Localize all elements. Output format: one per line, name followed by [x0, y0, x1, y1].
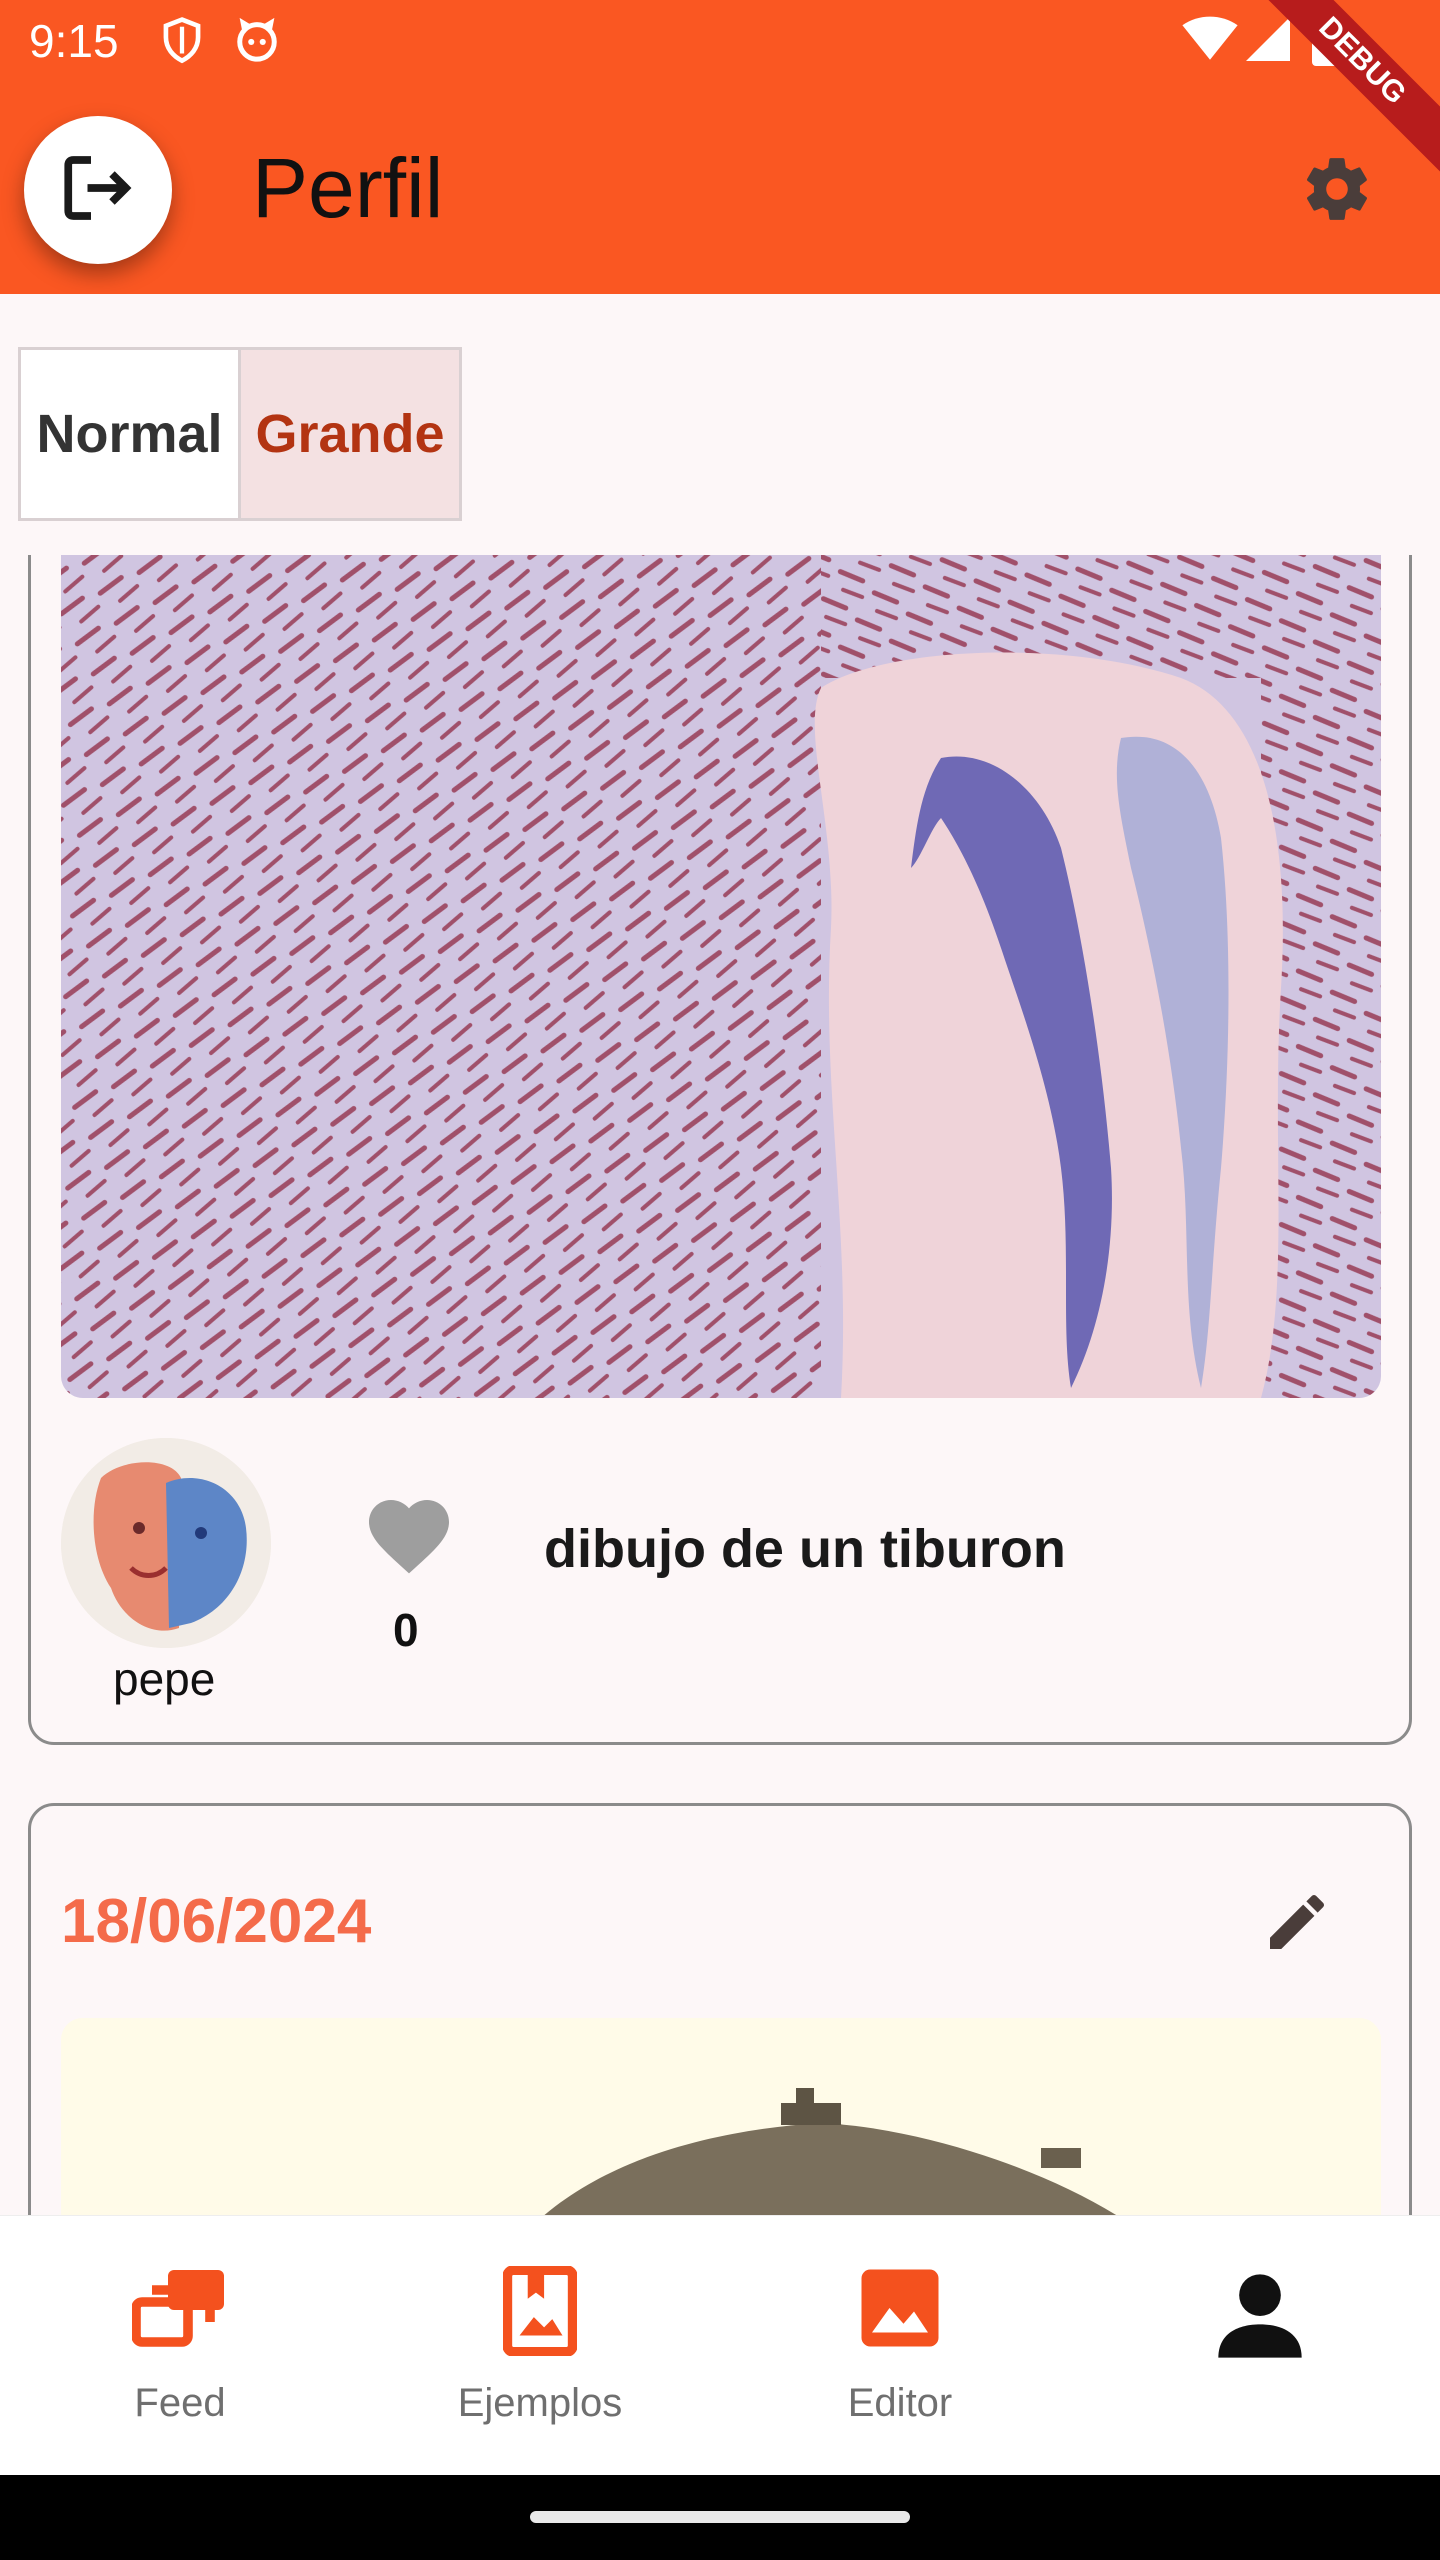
view-toggle: Normal Grande — [18, 347, 462, 521]
nav-editor-label: Editor — [847, 2381, 953, 2425]
settings-button[interactable] — [1300, 152, 1374, 231]
heart-icon — [361, 1500, 457, 1580]
nav-ejemplos[interactable]: Ejemplos — [360, 2216, 720, 2476]
status-time: 9:15 — [29, 15, 119, 67]
shield-icon — [160, 16, 204, 71]
app-bar: 9:15 DEBUG Perfil — [0, 0, 1440, 294]
page-title: Perfil — [252, 141, 444, 235]
nav-feed-label: Feed — [134, 2381, 226, 2425]
status-bar: 9:15 — [0, 0, 1440, 84]
cat-notification-icon — [234, 16, 280, 69]
bookmark-image-icon — [502, 2265, 578, 2361]
image-icon — [858, 2266, 942, 2355]
like-count: 0 — [393, 1604, 419, 1656]
nav-editor[interactable]: Editor — [720, 2216, 1080, 2476]
home-gesture-handle[interactable] — [530, 2511, 910, 2523]
post-card: pepe 0 dibujo de un tiburon — [28, 555, 1412, 1745]
person-icon — [1210, 2266, 1310, 2371]
edit-button[interactable] — [1261, 1886, 1333, 1963]
castle-hill-photo — [61, 2018, 1381, 2215]
bottom-navigation: Feed Ejemplos Editor — [0, 2215, 1440, 2475]
system-gesture-bar — [0, 2475, 1440, 2560]
toggle-grande[interactable]: Grande — [241, 350, 459, 518]
collections-icon — [131, 2266, 228, 2355]
wifi-icon — [1182, 16, 1238, 67]
nav-ejemplos-label: Ejemplos — [457, 2381, 623, 2425]
pencil-icon — [1261, 1894, 1333, 1962]
nav-profile[interactable] — [1080, 2216, 1440, 2476]
logout-icon — [56, 146, 140, 235]
like-button[interactable] — [361, 1488, 457, 1581]
shark-artwork — [61, 555, 1381, 1398]
posts-list[interactable]: pepe 0 dibujo de un tiburon 18/06/2024 — [0, 555, 1440, 2215]
post-image[interactable] — [61, 555, 1381, 1398]
post-username[interactable]: pepe — [113, 1652, 215, 1706]
post-date: 18/06/2024 — [61, 1887, 372, 1956]
post-card: 18/06/2024 — [28, 1803, 1412, 2215]
toggle-normal[interactable]: Normal — [21, 350, 241, 518]
gear-icon — [1300, 158, 1374, 230]
logout-button[interactable] — [24, 116, 172, 264]
post-image[interactable] — [61, 2018, 1381, 2215]
post-caption: dibujo de un tiburon — [544, 1519, 1066, 1579]
nav-feed[interactable]: Feed — [0, 2216, 360, 2476]
signal-icon — [1246, 16, 1290, 67]
avatar[interactable] — [61, 1438, 271, 1648]
avatar-artwork — [61, 1438, 271, 1648]
